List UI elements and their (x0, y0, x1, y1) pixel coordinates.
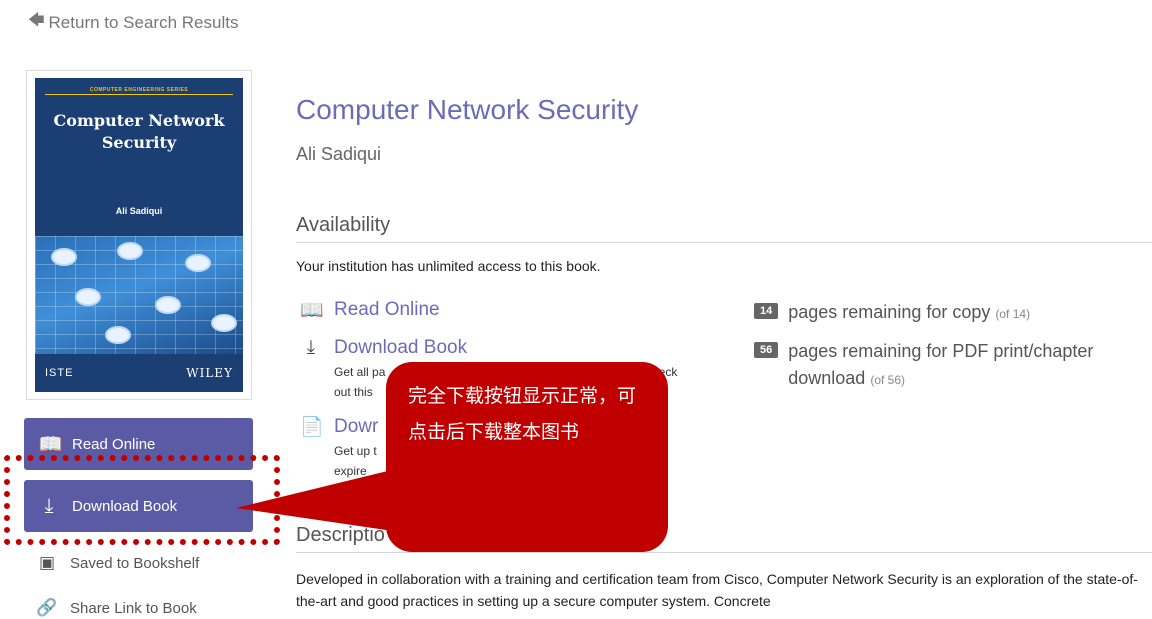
divider (296, 242, 1152, 243)
copy-pages-remaining: 14 pages remaining for copy (of 14) (754, 299, 1108, 328)
pdf-icon: 📄 (300, 417, 324, 438)
option-download-pdf[interactable]: 📄 Dowr (300, 415, 378, 439)
return-to-search-link[interactable]: 🡄 Return to Search Results (28, 9, 238, 36)
option-download-pdf-label: Dowr (334, 416, 379, 437)
annotation-callout: 完全下载按钮显示正常，可点击后下载整本图书 (386, 362, 668, 552)
access-text: Your institution has unlimited access to… (296, 258, 601, 274)
highlight-box (4, 455, 280, 545)
saved-to-bookshelf-label: Saved to Bookshelf (70, 554, 200, 572)
back-arrow-icon: 🡄 (28, 12, 45, 29)
link-icon: 🔗 (36, 598, 58, 617)
option-download-book[interactable]: ⤓ Download Book (300, 337, 467, 359)
book-author: Ali Sadiqui (296, 144, 382, 164)
return-to-search-label: Return to Search Results (48, 12, 239, 32)
bookshelf-check-icon: ▣ (38, 553, 56, 572)
pdf-pages-remaining: 56 pages remaining for PDF print/chapter… (754, 338, 1108, 394)
copy-count-badge: 14 (754, 303, 779, 319)
saved-to-bookshelf-link[interactable]: ▣ Saved to Bookshelf (36, 553, 199, 573)
read-online-button-label: Read Online (72, 435, 156, 453)
share-link-label: Share Link to Book (70, 599, 197, 617)
pdf-count-badge: 56 (754, 342, 779, 358)
book-icon: 📖 (300, 300, 324, 321)
cover-publisher-iste: ISTE (45, 367, 74, 379)
cover-series: COMPUTER ENGINEERING SERIES (89, 87, 189, 93)
option-download-book-label: Download Book (334, 337, 468, 358)
description-text: Developed in collaboration with a traini… (296, 571, 1138, 609)
option-read-online-label: Read Online (334, 299, 440, 320)
book-title: Computer Network Security (296, 94, 639, 125)
book-cover: COMPUTER ENGINEERING SERIES Computer Net… (26, 70, 252, 400)
cover-title: Computer Network Security (53, 111, 225, 152)
cover-network-art (35, 236, 243, 354)
book-icon: 📖 (38, 433, 63, 456)
divider (296, 552, 1152, 553)
cover-publisher-wiley: WILEY (186, 366, 233, 380)
availability-heading: Availability (296, 214, 391, 236)
option-read-online[interactable]: 📖 Read Online (300, 298, 440, 322)
description-heading: Descriptio (296, 524, 385, 546)
download-icon: ⤓ (306, 337, 316, 358)
cover-author: Ali Sadiqui (115, 206, 163, 216)
share-link-button[interactable]: 🔗 Share Link to Book (36, 598, 197, 618)
